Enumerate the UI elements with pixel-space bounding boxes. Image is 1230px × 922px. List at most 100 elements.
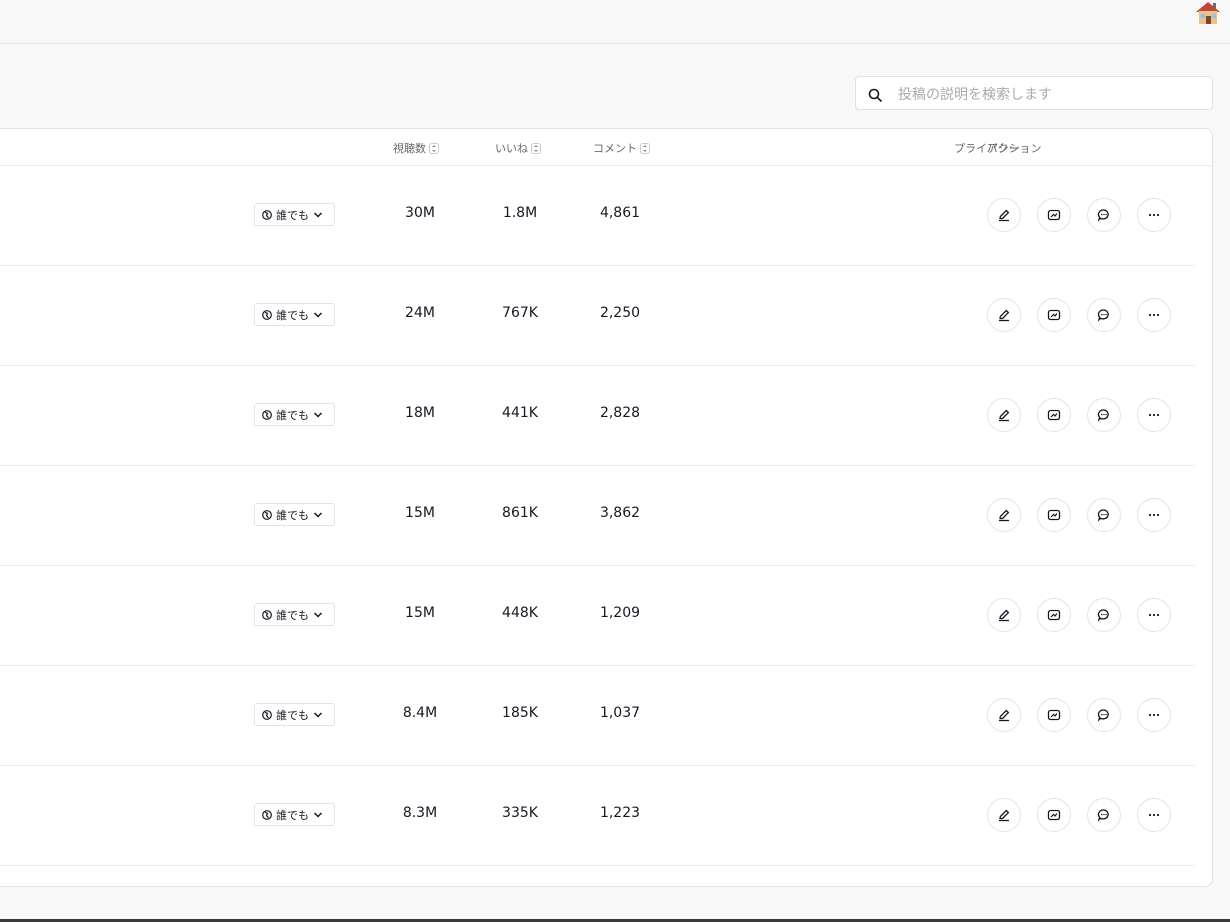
comments-button[interactable]	[1087, 298, 1121, 332]
more-button[interactable]	[1137, 798, 1171, 832]
table-row: 誰でも 18M 441K 2,828	[0, 365, 1195, 466]
more-button[interactable]	[1137, 698, 1171, 732]
more-button[interactable]	[1137, 598, 1171, 632]
comment-icon	[1097, 209, 1109, 222]
table-row: 誰でも 8.3M 335K 1,223	[0, 765, 1195, 866]
sort-icon[interactable]	[429, 142, 439, 154]
header-views[interactable]: 視聴数	[393, 140, 439, 156]
views-value: 15M	[405, 505, 435, 521]
header-likes[interactable]: いいね	[495, 140, 541, 156]
header-actions: アクション	[987, 140, 1041, 156]
globe-icon	[262, 509, 272, 520]
edit-icon	[999, 809, 1010, 822]
privacy-dropdown[interactable]: 誰でも	[254, 503, 335, 526]
table-row: 誰でも 24M 767K 2,250	[0, 265, 1195, 366]
comment-icon	[1097, 509, 1109, 522]
header-comments-label: コメント	[593, 142, 637, 155]
views-value: 8.3M	[402, 805, 438, 821]
image-icon	[1047, 509, 1061, 521]
privacy-dropdown[interactable]: 誰でも	[254, 603, 335, 626]
edit-button[interactable]	[987, 398, 1021, 432]
comments-button[interactable]	[1087, 498, 1121, 532]
comment-icon	[1097, 609, 1109, 622]
search-input[interactable]	[896, 83, 1200, 107]
more-icon	[1148, 813, 1160, 817]
posts-table: プライバシー 視聴数 いいね コメント アクション 誰でも 30M 1.8M 4…	[0, 128, 1213, 887]
chevron-down-icon	[313, 311, 323, 318]
search-box[interactable]	[855, 76, 1213, 110]
comments-button[interactable]	[1087, 398, 1121, 432]
likes-value: 185K	[502, 705, 538, 721]
edit-button[interactable]	[987, 598, 1021, 632]
likes-value: 335K	[502, 805, 538, 821]
comment-icon	[1097, 409, 1109, 422]
analytics-button[interactable]	[1037, 298, 1071, 332]
privacy-dropdown[interactable]: 誰でも	[254, 703, 335, 726]
privacy-value: 誰でも	[276, 708, 309, 722]
edit-button[interactable]	[987, 798, 1021, 832]
comments-value: 2,250	[599, 305, 641, 321]
edit-button[interactable]	[987, 298, 1021, 332]
analytics-button[interactable]	[1037, 798, 1071, 832]
more-icon	[1148, 613, 1160, 617]
privacy-dropdown[interactable]: 誰でも	[254, 803, 335, 826]
comment-icon	[1097, 709, 1109, 722]
avatar[interactable]	[1194, 0, 1222, 26]
image-icon	[1047, 809, 1061, 821]
image-icon	[1047, 409, 1061, 421]
header-comments[interactable]: コメント	[593, 140, 650, 156]
chevron-down-icon	[313, 511, 323, 518]
header-views-label: 視聴数	[393, 142, 426, 155]
comments-button[interactable]	[1087, 198, 1121, 232]
views-value: 24M	[405, 305, 435, 321]
globe-icon	[262, 609, 272, 620]
edit-icon	[999, 209, 1010, 222]
comments-button[interactable]	[1087, 698, 1121, 732]
privacy-value: 誰でも	[276, 408, 309, 422]
analytics-button[interactable]	[1037, 398, 1071, 432]
comments-button[interactable]	[1087, 598, 1121, 632]
sort-icon[interactable]	[640, 142, 650, 154]
table-row: 誰でも 15M 861K 3,862	[0, 465, 1195, 566]
analytics-button[interactable]	[1037, 698, 1071, 732]
likes-value: 861K	[502, 505, 538, 521]
sort-icon[interactable]	[531, 142, 541, 154]
edit-icon	[999, 609, 1010, 622]
chevron-down-icon	[313, 711, 323, 718]
image-icon	[1047, 609, 1061, 621]
likes-value: 448K	[502, 605, 538, 621]
edit-button[interactable]	[987, 498, 1021, 532]
privacy-dropdown[interactable]: 誰でも	[254, 203, 335, 226]
likes-value: 441K	[502, 405, 538, 421]
privacy-dropdown[interactable]: 誰でも	[254, 403, 335, 426]
more-button[interactable]	[1137, 198, 1171, 232]
edit-icon	[999, 309, 1010, 322]
more-icon	[1148, 213, 1160, 217]
more-icon	[1148, 313, 1160, 317]
privacy-value: 誰でも	[276, 608, 309, 622]
chevron-down-icon	[313, 611, 323, 618]
more-button[interactable]	[1137, 298, 1171, 332]
views-value: 15M	[405, 605, 435, 621]
edit-button[interactable]	[987, 198, 1021, 232]
table-row: 誰でも 30M 1.8M 4,861	[0, 165, 1195, 266]
table-header: プライバシー 視聴数 いいね コメント アクション	[0, 129, 1212, 166]
views-value: 30M	[405, 205, 435, 221]
edit-button[interactable]	[987, 698, 1021, 732]
edit-icon	[999, 709, 1010, 722]
more-button[interactable]	[1137, 498, 1171, 532]
views-value: 18M	[405, 405, 435, 421]
image-icon	[1047, 309, 1061, 321]
comments-button[interactable]	[1087, 798, 1121, 832]
analytics-button[interactable]	[1037, 598, 1071, 632]
chevron-down-icon	[313, 411, 323, 418]
header-likes-label: いいね	[495, 142, 528, 155]
more-button[interactable]	[1137, 398, 1171, 432]
edit-icon	[999, 509, 1010, 522]
analytics-button[interactable]	[1037, 498, 1071, 532]
more-icon	[1148, 513, 1160, 517]
comments-value: 4,861	[599, 205, 641, 221]
analytics-button[interactable]	[1037, 198, 1071, 232]
privacy-dropdown[interactable]: 誰でも	[254, 303, 335, 326]
chevron-down-icon	[313, 811, 323, 818]
